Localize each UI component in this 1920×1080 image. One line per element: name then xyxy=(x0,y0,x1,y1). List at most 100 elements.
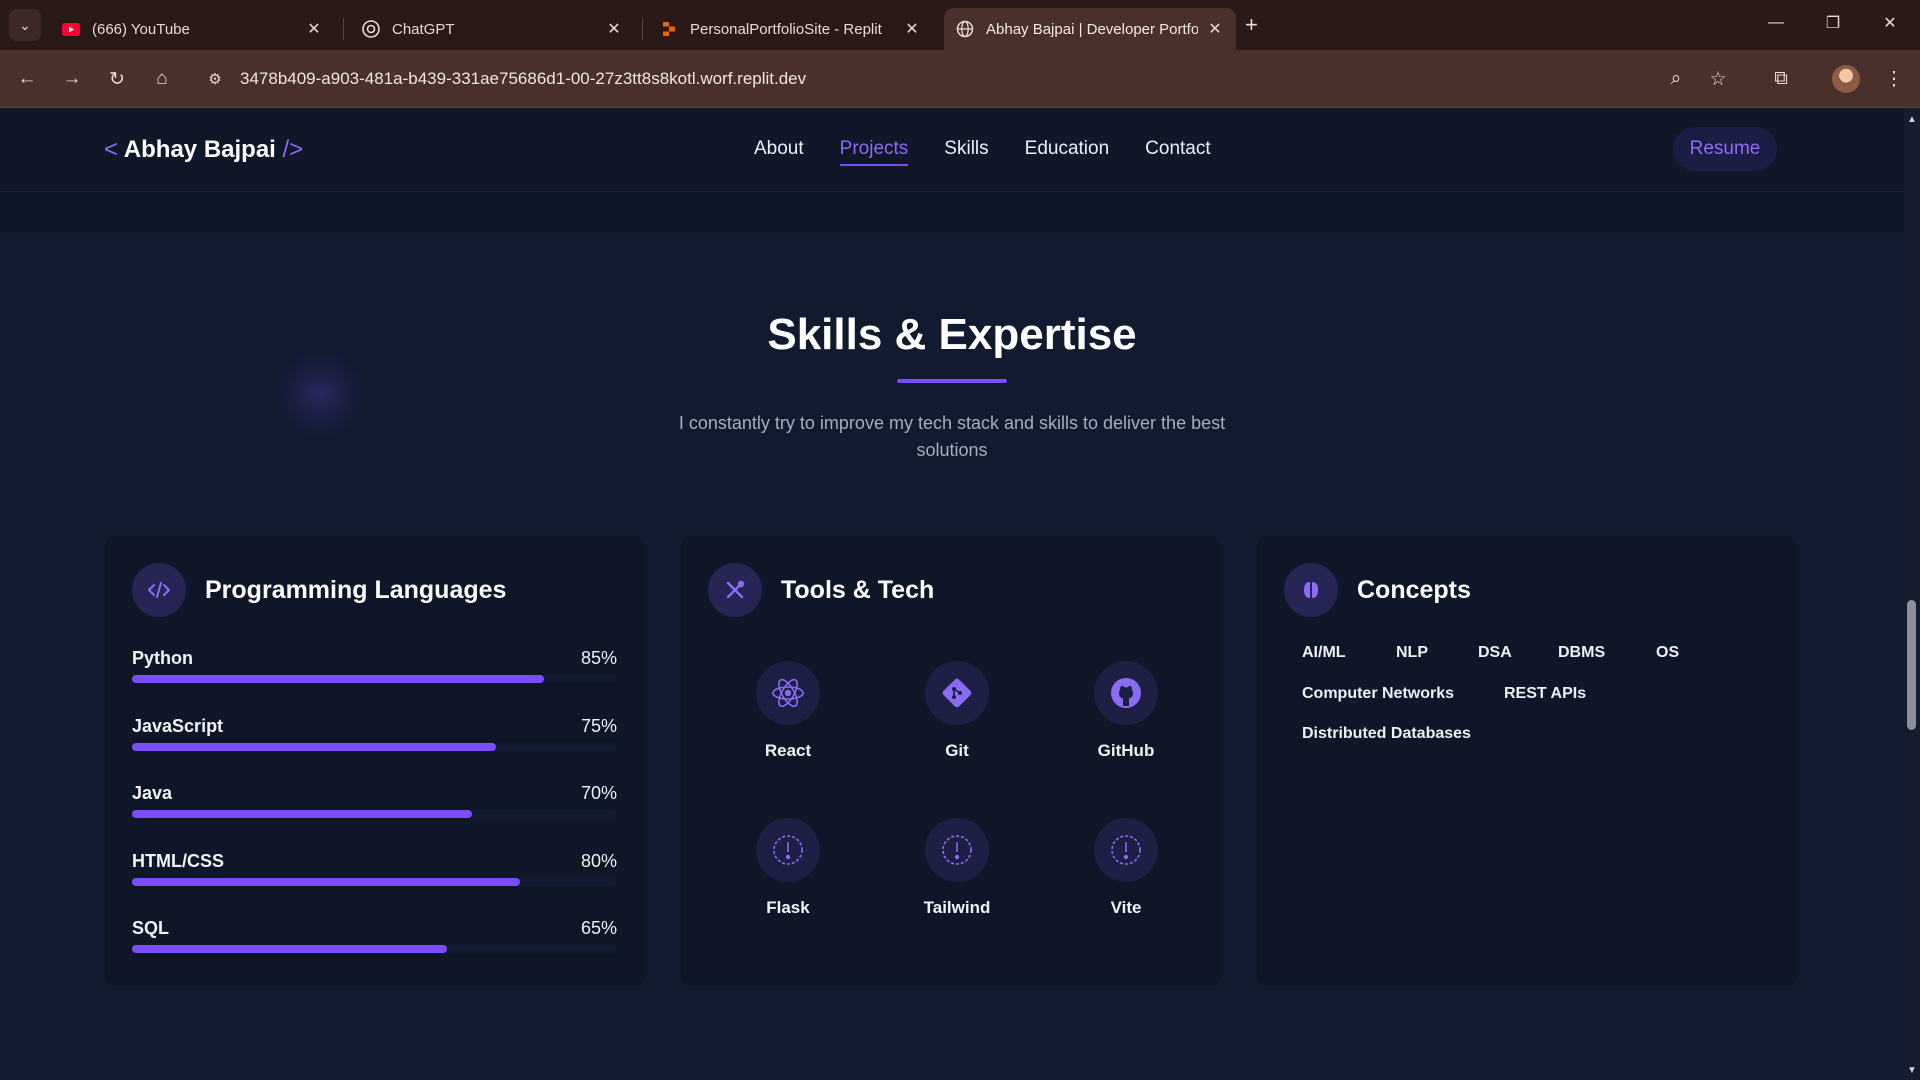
skill-name: JavaScript xyxy=(132,716,224,736)
tab-youtube[interactable]: (666) YouTube ✕ xyxy=(50,8,335,50)
tool-flask: Flask xyxy=(728,818,848,918)
card-tools-tech: Tools & Tech React Git GitHub Flask Tail… xyxy=(681,536,1221,986)
skill-bar-track xyxy=(132,675,617,683)
tab-title: Abhay Bajpai | Developer Portfo xyxy=(986,20,1198,38)
forward-icon[interactable]: → xyxy=(57,64,87,94)
tool-git: Git xyxy=(897,661,1017,761)
brain-icon xyxy=(1284,563,1338,617)
back-icon[interactable]: ← xyxy=(12,64,42,94)
concept-tag: REST APIs xyxy=(1504,685,1587,702)
nav-link-education[interactable]: Education xyxy=(1025,138,1110,166)
logo-bracket-open: < xyxy=(104,136,119,163)
alert-icon xyxy=(925,818,989,882)
extensions-icon[interactable]: ⧉ xyxy=(1766,64,1796,94)
github-icon xyxy=(1094,661,1158,725)
chatgpt-icon xyxy=(362,20,380,38)
reload-icon[interactable]: ↻ xyxy=(102,64,132,94)
resume-button[interactable]: Resume xyxy=(1673,127,1777,171)
close-icon[interactable]: ✕ xyxy=(1206,19,1224,39)
skill-percent: 75% xyxy=(580,716,617,736)
page-scrollbar[interactable] xyxy=(1904,108,1920,1080)
tab-title: (666) YouTube xyxy=(92,20,190,38)
skill-name: SQL xyxy=(132,918,170,938)
address-bar[interactable]: 3478b409-a903-481a-b439-331ae75686d1-00-… xyxy=(240,64,806,94)
nav-link-projects[interactable]: Projects xyxy=(839,138,908,166)
skill-percent: 65% xyxy=(580,918,617,938)
skill-bar-fill xyxy=(132,743,496,751)
zoom-icon[interactable]: ⌕ xyxy=(1661,64,1691,94)
react-icon xyxy=(756,661,820,725)
skill-name: HTML/CSS xyxy=(132,851,224,871)
concept-tag: NLP xyxy=(1396,644,1428,661)
concept-tag: Computer Networks xyxy=(1302,685,1455,702)
globe-icon xyxy=(956,20,974,38)
site-info-icon[interactable]: ⚙ xyxy=(200,64,230,94)
code-icon xyxy=(132,563,186,617)
page-viewport: < Abhay Bajpai /> About Projects Skills … xyxy=(0,108,1904,1080)
tool-label: Git xyxy=(945,741,969,760)
restore-button[interactable]: ❐ xyxy=(1810,8,1856,38)
skill-bar-fill xyxy=(132,945,448,953)
nav-link-skills[interactable]: Skills xyxy=(944,138,988,166)
tab-replit[interactable]: PersonalPortfolioSite - Replit ✕ xyxy=(648,8,933,50)
tab-portfolio[interactable]: Abhay Bajpai | Developer Portfo ✕ xyxy=(944,8,1236,50)
close-icon[interactable]: ✕ xyxy=(605,19,623,39)
concept-tag: Distributed Databases xyxy=(1302,725,1471,742)
skill-percent: 70% xyxy=(580,783,617,803)
skill-bar-fill xyxy=(132,675,545,683)
nav-links: About Projects Skills Education Contact xyxy=(754,138,1211,166)
alert-icon xyxy=(1094,818,1158,882)
git-icon xyxy=(925,661,989,725)
tool-tailwind: Tailwind xyxy=(897,818,1017,918)
tool-label: Tailwind xyxy=(923,898,991,917)
tool-label: Vite xyxy=(1110,898,1142,917)
skill-percent: 80% xyxy=(580,851,617,871)
tab-divider xyxy=(343,18,344,40)
minimize-button[interactable]: — xyxy=(1753,8,1799,38)
logo-name: Abhay Bajpai xyxy=(123,136,276,163)
tool-github: GitHub xyxy=(1066,661,1186,761)
tools-icon xyxy=(708,563,762,617)
site-navbar: < Abhay Bajpai /> About Projects Skills … xyxy=(0,108,1904,192)
browser-tab-bar: ⌄ (666) YouTube ✕ ChatGPT ✕ PersonalPort… xyxy=(0,0,1920,50)
skill-bar-fill xyxy=(132,878,520,886)
skill-percent: 85% xyxy=(580,648,617,668)
youtube-icon xyxy=(62,20,80,38)
skill-bar-track xyxy=(132,810,617,818)
skill-bar-fill xyxy=(132,810,472,818)
tab-chatgpt[interactable]: ChatGPT ✕ xyxy=(350,8,635,50)
nav-link-about[interactable]: About xyxy=(754,138,804,166)
card-title: Programming Languages xyxy=(205,576,507,604)
tab-divider xyxy=(642,18,643,40)
menu-dots-icon[interactable]: ⋮ xyxy=(1879,64,1909,94)
concept-tag: DSA xyxy=(1478,644,1512,661)
skill-bar-track xyxy=(132,743,617,751)
tab-title: PersonalPortfolioSite - Replit xyxy=(690,20,882,38)
scrollbar-thumb[interactable] xyxy=(1907,600,1916,730)
close-icon[interactable]: ✕ xyxy=(305,19,323,39)
profile-avatar[interactable] xyxy=(1832,65,1860,93)
new-tab-button[interactable]: + xyxy=(1245,12,1258,38)
skill-bar-track xyxy=(132,878,617,886)
close-icon[interactable]: ✕ xyxy=(903,19,921,39)
logo-bracket-close: /> xyxy=(282,136,304,163)
tool-vite: Vite xyxy=(1066,818,1186,918)
scroll-down-icon[interactable]: ▼ xyxy=(1904,1062,1920,1078)
alert-icon xyxy=(756,818,820,882)
site-logo[interactable]: < Abhay Bajpai /> xyxy=(104,136,303,164)
concept-tag: DBMS xyxy=(1558,644,1606,661)
title-underline xyxy=(897,379,1007,383)
tab-search-button[interactable]: ⌄ xyxy=(9,9,41,41)
section-subtitle: I constantly try to improve my tech stac… xyxy=(678,413,1226,460)
window-close-button[interactable]: ✕ xyxy=(1867,8,1913,38)
tool-label: Flask xyxy=(766,898,810,917)
nav-link-contact[interactable]: Contact xyxy=(1145,138,1210,166)
home-icon[interactable]: ⌂ xyxy=(147,64,177,94)
tab-title: ChatGPT xyxy=(392,20,455,38)
bookmark-star-icon[interactable]: ☆ xyxy=(1703,64,1733,94)
concept-tag: OS xyxy=(1656,644,1680,661)
decorative-glow xyxy=(272,346,368,442)
scroll-up-icon[interactable]: ▲ xyxy=(1904,111,1920,127)
card-programming-languages: Programming Languages Python 85% JavaScr… xyxy=(105,536,645,986)
nav-shadow xyxy=(0,192,1904,232)
